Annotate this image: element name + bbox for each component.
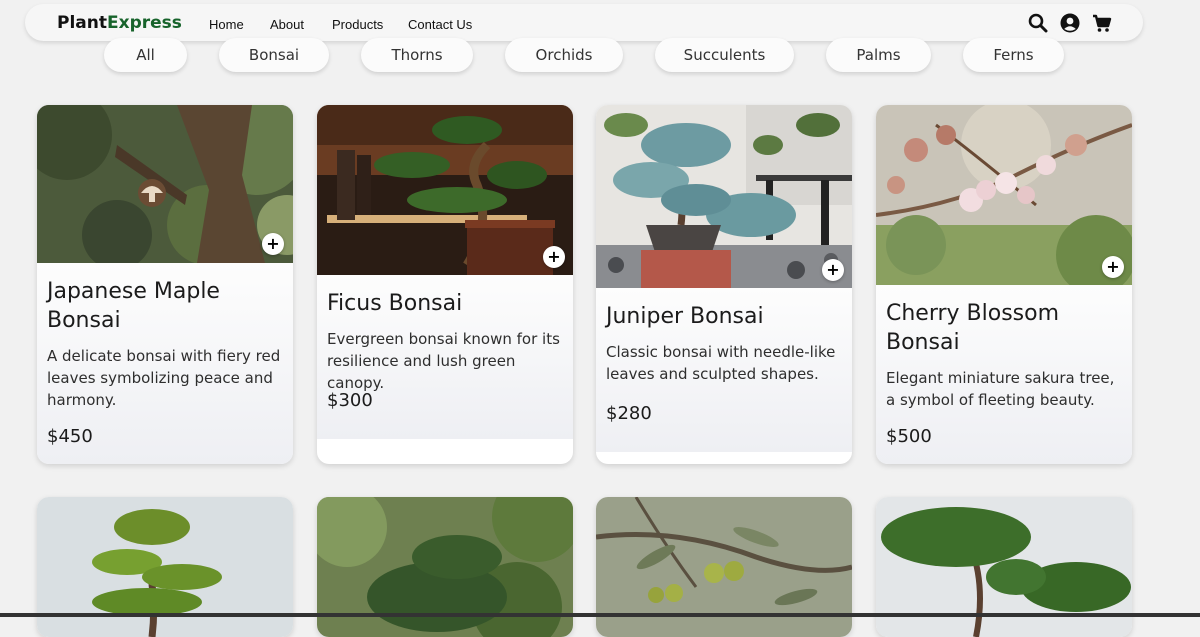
product-title: Ficus Bonsai	[327, 291, 463, 316]
add-to-cart-button[interactable]: +	[262, 233, 284, 255]
product-image	[596, 105, 852, 288]
filter-all[interactable]: All	[104, 38, 187, 72]
product-image	[876, 105, 1132, 285]
product-description: Evergreen bonsai known for its resilienc…	[327, 330, 560, 392]
filter-bonsai[interactable]: Bonsai	[219, 38, 329, 72]
brand-name-part1: Plant	[57, 13, 107, 33]
nav-link-home[interactable]: Home	[209, 17, 244, 32]
product-image	[317, 105, 573, 275]
product-card[interactable]: + Cherry Blossom Bonsai Elegant miniatur…	[876, 105, 1132, 464]
filter-orchids[interactable]: Orchids	[505, 38, 623, 72]
product-card[interactable]: + Japanese Maple Bonsai A delicate bonsa…	[37, 105, 293, 464]
add-to-cart-button[interactable]: +	[822, 259, 844, 281]
add-to-cart-button[interactable]: +	[1102, 256, 1124, 278]
brand-name-part2: Express	[107, 13, 182, 33]
product-price: $300	[327, 390, 373, 411]
product-description: Classic bonsai with needle-like leaves a…	[606, 343, 836, 383]
nav-link-contact[interactable]: Contact Us	[408, 17, 472, 32]
filter-thorns[interactable]: Thorns	[361, 38, 473, 72]
product-price: $280	[606, 403, 652, 424]
product-price: $450	[47, 426, 93, 447]
product-image	[37, 105, 293, 263]
product-card[interactable]: + Ficus Bonsai Evergreen bonsai known fo…	[317, 105, 573, 464]
search-icon[interactable]	[1028, 13, 1048, 33]
product-description: A delicate bonsai with fiery red leaves …	[47, 347, 281, 409]
add-to-cart-button[interactable]: +	[543, 246, 565, 268]
product-description: Elegant miniature sakura tree, a symbol …	[886, 369, 1115, 409]
user-icon[interactable]	[1060, 13, 1080, 33]
filter-ferns[interactable]: Ferns	[963, 38, 1064, 72]
filter-palms[interactable]: Palms	[826, 38, 931, 72]
nav-link-about[interactable]: About	[270, 17, 304, 32]
cart-icon[interactable]	[1092, 13, 1112, 33]
brand-logo[interactable]: PlantExpress	[57, 13, 182, 33]
bottom-divider	[0, 613, 1200, 617]
filter-succulents[interactable]: Succulents	[655, 38, 794, 72]
product-title: Japanese Maple Bonsai	[47, 279, 220, 333]
product-title: Juniper Bonsai	[606, 304, 764, 329]
navbar: PlantExpress Home About Products Contact…	[25, 4, 1143, 41]
nav-link-products[interactable]: Products	[332, 17, 383, 32]
product-card[interactable]: + Juniper Bonsai Classic bonsai with nee…	[596, 105, 852, 464]
product-title: Cherry Blossom Bonsai	[886, 301, 1060, 355]
product-price: $500	[886, 426, 932, 447]
